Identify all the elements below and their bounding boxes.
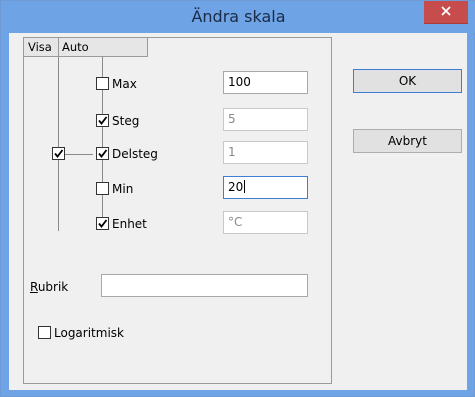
max-input[interactable]: 100	[223, 71, 308, 94]
auto-column-header: Auto	[59, 38, 148, 57]
visa-column-header: Visa	[24, 38, 59, 57]
visa-checkbox[interactable]	[52, 147, 65, 160]
rubrik-label: Rubrik	[30, 280, 68, 294]
delsteg-input[interactable]: 1	[223, 141, 308, 164]
enhet-label: Enhet	[112, 217, 147, 231]
max-label: Max	[112, 77, 137, 91]
delsteg-value: 1	[228, 145, 236, 159]
delsteg-auto-checkbox[interactable]	[96, 147, 109, 160]
steg-label: Steg	[112, 114, 140, 128]
checkmark-icon	[98, 116, 108, 125]
logaritmisk-checkbox[interactable]	[38, 326, 51, 339]
enhet-input[interactable]: °C	[223, 211, 308, 234]
max-auto-checkbox[interactable]	[96, 77, 109, 90]
cancel-button[interactable]: Avbryt	[353, 129, 462, 153]
visa-tree-line	[58, 57, 59, 231]
checkmark-icon	[98, 219, 108, 228]
close-icon	[441, 6, 451, 16]
rubrik-input[interactable]	[101, 274, 308, 297]
min-input[interactable]: 20	[223, 176, 308, 199]
min-auto-checkbox[interactable]	[96, 182, 109, 195]
rubrik-label-rest: ubrik	[37, 280, 69, 294]
checkmark-icon	[54, 149, 64, 158]
close-button[interactable]	[424, 1, 468, 24]
steg-input[interactable]: 5	[223, 108, 308, 131]
window-title: Ändra skala	[191, 7, 286, 26]
title-bar[interactable]: Ändra skala	[1, 1, 475, 33]
rubrik-mnemonic: R	[30, 280, 38, 294]
steg-value: 5	[228, 112, 236, 126]
max-value: 100	[228, 75, 251, 89]
min-value: 20	[228, 180, 244, 194]
text-caret	[244, 180, 246, 193]
logaritmisk-label: Logaritmisk	[54, 326, 124, 340]
delsteg-label: Delsteg	[112, 147, 158, 161]
min-label: Min	[112, 182, 134, 196]
dialog-window: Ändra skala Visa Auto Max 100 Steg 5 Del…	[0, 0, 475, 397]
scale-settings-group: Visa Auto Max 100 Steg 5 Delsteg 1 Min 2…	[23, 37, 332, 384]
enhet-value: °C	[228, 215, 243, 229]
checkmark-icon	[98, 149, 108, 158]
ok-button[interactable]: OK	[353, 69, 462, 93]
enhet-auto-checkbox[interactable]	[96, 217, 109, 230]
steg-auto-checkbox[interactable]	[96, 114, 109, 127]
